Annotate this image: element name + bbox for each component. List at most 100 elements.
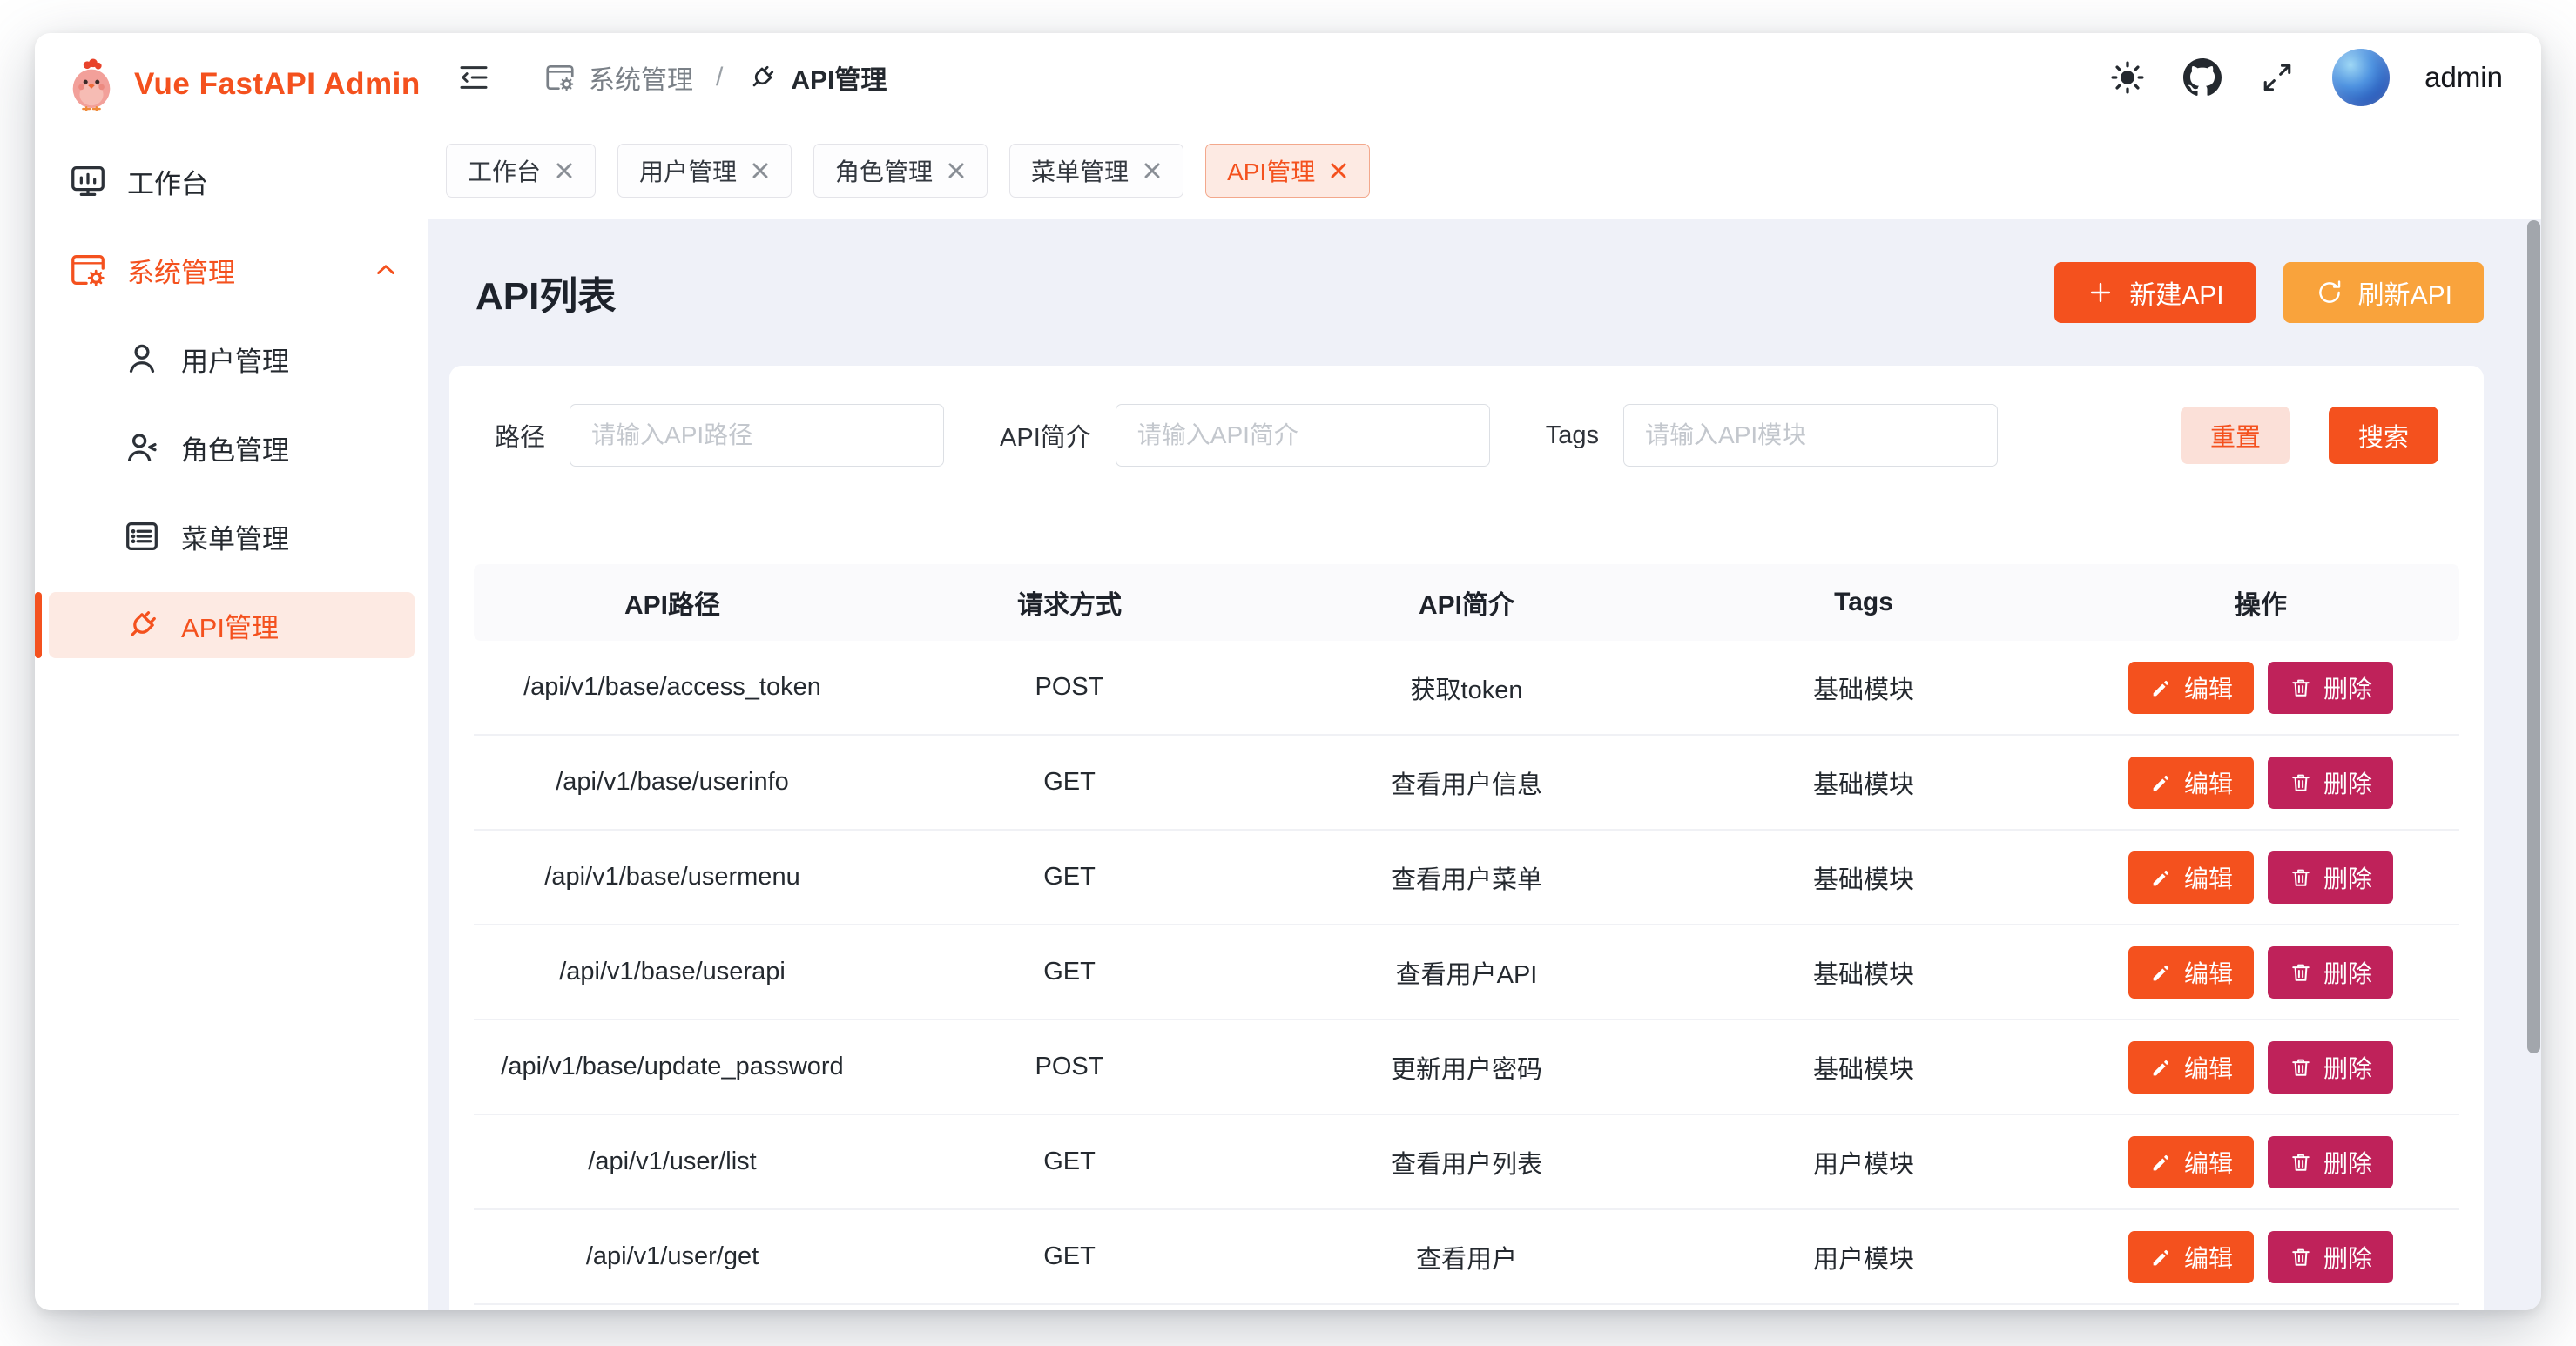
breadcrumb-system[interactable]: 系统管理 — [543, 58, 693, 97]
pencil-icon — [2149, 1150, 2174, 1174]
path-filter-input[interactable] — [570, 404, 944, 467]
edit-button[interactable]: 编辑 — [2128, 1231, 2254, 1283]
refresh-api-button[interactable]: 刷新API — [2283, 262, 2484, 323]
delete-button[interactable]: 删除 — [2268, 1231, 2393, 1283]
tab-tag[interactable]: 菜单管理 — [1009, 144, 1183, 198]
edit-label: 编辑 — [2184, 765, 2233, 800]
api-list-card: 路径 API简介 Tags 重置 搜索 API路径 请求方式 API简介 — [449, 366, 2484, 1310]
cell-summary: 查看用户API — [1268, 954, 1665, 991]
pencil-icon — [2149, 1055, 2174, 1080]
column-api-path: API路径 — [474, 583, 871, 622]
sun-icon[interactable] — [2107, 57, 2148, 98]
sidebar-item-label: 菜单管理 — [181, 517, 289, 556]
delete-button[interactable]: 删除 — [2268, 1041, 2393, 1094]
cell-method: POST — [871, 1053, 1268, 1081]
delete-label: 删除 — [2323, 955, 2372, 990]
username[interactable]: admin — [2424, 61, 2503, 94]
tab-tag[interactable]: 角色管理 — [813, 144, 988, 198]
edit-button[interactable]: 编辑 — [2128, 662, 2254, 714]
delete-button[interactable]: 删除 — [2268, 946, 2393, 999]
sidebar-item-label: 用户管理 — [181, 340, 289, 379]
cell-summary: 获取token — [1268, 670, 1665, 706]
top-right-tools: admin — [2107, 49, 2503, 106]
cell-api-path: /api/v1/base/userinfo — [474, 768, 871, 797]
main-area: 系统管理 / API管理 — [428, 33, 2541, 1310]
create-api-label: 新建API — [2129, 273, 2223, 312]
edit-button[interactable]: 编辑 — [2128, 757, 2254, 809]
chevron-up-icon[interactable] — [371, 255, 401, 285]
edit-label: 编辑 — [2184, 1145, 2233, 1180]
table-body: /api/v1/base/access_token POST 获取token 基… — [474, 641, 2459, 1305]
cell-method: GET — [871, 863, 1268, 892]
delete-button[interactable]: 删除 — [2268, 851, 2393, 904]
tag-label: 菜单管理 — [1031, 153, 1129, 188]
table-row: /api/v1/base/usermenu GET 查看用户菜单 基础模块 — [474, 831, 2459, 925]
table-row: /api/v1/base/userapi GET 查看用户API 基础模块 — [474, 925, 2459, 1020]
cell-api-path: /api/v1/base/usermenu — [474, 863, 871, 892]
edit-button[interactable]: 编辑 — [2128, 1136, 2254, 1188]
tag-label: 用户管理 — [639, 153, 737, 188]
tab-tag[interactable]: 用户管理 — [617, 144, 792, 198]
close-icon[interactable] — [947, 161, 966, 180]
cell-method: GET — [871, 768, 1268, 797]
cell-actions: 编辑 删除 — [2062, 946, 2459, 999]
column-method: 请求方式 — [871, 583, 1268, 622]
search-button[interactable]: 搜索 — [2329, 407, 2438, 464]
edit-button[interactable]: 编辑 — [2128, 946, 2254, 999]
cell-actions: 编辑 删除 — [2062, 662, 2459, 714]
breadcrumb-separator: / — [716, 63, 723, 92]
scrollbar[interactable] — [2527, 220, 2540, 1053]
create-api-button[interactable]: 新建API — [2054, 262, 2255, 323]
close-icon[interactable] — [1143, 161, 1162, 180]
delete-button[interactable]: 删除 — [2268, 662, 2393, 714]
sidebar-item-workbench[interactable]: 工作台 — [49, 148, 415, 214]
api-plug-icon — [745, 61, 779, 94]
page-header: API列表 新建API — [449, 258, 2484, 327]
tab-tag[interactable]: API管理 — [1205, 144, 1370, 198]
cell-summary: 更新用户密码 — [1268, 1049, 1665, 1086]
delete-button[interactable]: 删除 — [2268, 1136, 2393, 1188]
app-title: Vue FastAPI Admin — [134, 67, 421, 102]
cell-summary: 查看用户信息 — [1268, 764, 1665, 801]
cell-actions: 编辑 删除 — [2062, 1041, 2459, 1094]
close-icon[interactable] — [1329, 161, 1348, 180]
edit-button[interactable]: 编辑 — [2128, 851, 2254, 904]
sidebar-item-user-management[interactable]: 用户管理 — [49, 326, 415, 392]
cell-tag: 基础模块 — [1665, 764, 2062, 801]
reset-button[interactable]: 重置 — [2181, 407, 2290, 464]
cell-actions: 编辑 删除 — [2062, 1231, 2459, 1283]
fullscreen-icon[interactable] — [2257, 57, 2297, 98]
github-icon[interactable] — [2182, 57, 2222, 98]
cell-actions: 编辑 删除 — [2062, 1136, 2459, 1188]
pencil-icon — [2149, 1245, 2174, 1269]
cell-method: POST — [871, 673, 1268, 702]
delete-button[interactable]: 删除 — [2268, 757, 2393, 809]
tag-label: 工作台 — [468, 153, 541, 188]
sidebar-item-api-management[interactable]: API管理 — [49, 592, 415, 658]
sidebar-item-role-management[interactable]: 角色管理 — [49, 414, 415, 481]
cell-api-path: /api/v1/base/access_token — [474, 673, 871, 702]
close-icon[interactable] — [751, 161, 770, 180]
edit-label: 编辑 — [2184, 1050, 2233, 1085]
summary-filter-label: API简介 — [1000, 417, 1091, 454]
cell-method: GET — [871, 1242, 1268, 1271]
delete-label: 删除 — [2323, 860, 2372, 895]
refresh-api-label: 刷新API — [2358, 273, 2452, 312]
menu-fold-icon[interactable] — [446, 50, 502, 105]
tags-filter-label: Tags — [1546, 421, 1599, 450]
breadcrumb-api[interactable]: API管理 — [745, 58, 887, 97]
table-header: API路径 请求方式 API简介 Tags 操作 — [474, 564, 2459, 641]
edit-button[interactable]: 编辑 — [2128, 1041, 2254, 1094]
tags-filter-input[interactable] — [1623, 404, 1998, 467]
avatar[interactable] — [2332, 49, 2390, 106]
edit-label: 编辑 — [2184, 955, 2233, 990]
workbench-icon — [68, 161, 108, 201]
app-logo[interactable]: Vue FastAPI Admin — [35, 33, 428, 136]
tab-tag[interactable]: 工作台 — [446, 144, 596, 198]
summary-filter-input[interactable] — [1116, 404, 1490, 467]
sidebar-item-menu-management[interactable]: 菜单管理 — [49, 503, 415, 569]
plus-icon — [2086, 278, 2115, 307]
sidebar-item-system[interactable]: 系统管理 — [49, 237, 415, 303]
close-icon[interactable] — [555, 161, 574, 180]
sidebar-menu: 工作台 系统管理 — [35, 136, 428, 681]
